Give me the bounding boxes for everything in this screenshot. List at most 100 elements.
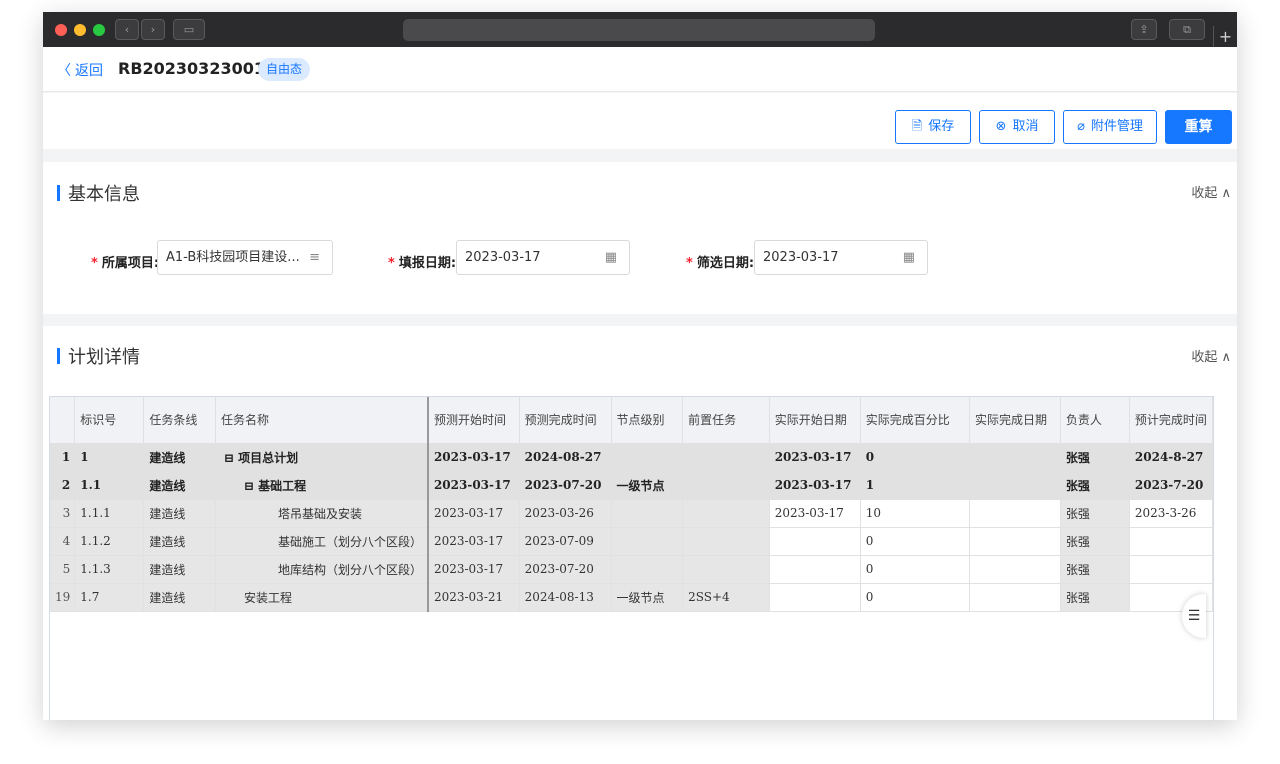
cell-astart[interactable]: 2023-03-17 xyxy=(769,499,861,528)
report-date-picker[interactable]: 2023-03-17 ▦ xyxy=(456,240,630,275)
cell-pct[interactable]: 0 xyxy=(860,555,970,584)
row-index-header xyxy=(50,397,76,444)
column-header[interactable]: 预测完成时间 xyxy=(519,397,612,444)
cell-pstart: 2023-03-17 xyxy=(427,527,520,556)
cell-code: 1.1.1 xyxy=(74,499,145,528)
share-icon[interactable]: ⇪ xyxy=(1131,19,1157,40)
cell-level: 一级节点 xyxy=(611,471,684,500)
minimize-window-button[interactable] xyxy=(74,24,86,36)
plan-detail-title: 计划详情 xyxy=(68,347,140,368)
column-header[interactable]: 负责人 xyxy=(1060,397,1130,444)
basic-info-title: 基本信息 xyxy=(68,184,140,205)
column-header[interactable]: 实际开始日期 xyxy=(769,397,861,444)
cell-astart[interactable] xyxy=(769,527,861,556)
cell-pend: 2023-03-26 xyxy=(519,499,612,528)
cell-owner: 张强 xyxy=(1060,527,1130,556)
table-row[interactable]: 19 1.7 建造线 安装工程 2023-03-21 2024-08-13 一级节点 2SS+… xyxy=(50,583,1213,612)
column-header[interactable]: 标识号 xyxy=(74,397,145,444)
cell-pend: 2024-08-27 xyxy=(519,443,612,472)
report-date-value: 2023-03-17 xyxy=(465,250,541,265)
plan-detail-section: 计划详情 收起 ∧ 标识号 任务条线 任务名称 预测开始时间 预测完成时间 节点… xyxy=(43,326,1237,720)
collapse-basic-button[interactable]: 收起 ∧ xyxy=(1191,182,1231,201)
cell-pstart: 2023-03-21 xyxy=(427,583,520,612)
chevron-left-icon: 〈 xyxy=(57,63,71,79)
filter-date-value: 2023-03-17 xyxy=(763,250,839,265)
cell-aend[interactable] xyxy=(969,583,1061,612)
column-header[interactable]: 实际完成百分比 xyxy=(860,397,970,444)
recalculate-button[interactable]: 重算 xyxy=(1165,110,1232,144)
address-bar[interactable] xyxy=(403,19,875,41)
cell-pct[interactable]: 0 xyxy=(860,527,970,556)
project-select[interactable]: A1-B科技园项目建设... ≡ xyxy=(157,240,333,275)
cell-aend[interactable] xyxy=(969,527,1061,556)
cell-line: 建造线 xyxy=(143,443,216,472)
attachment-button[interactable]: ⌀ 附件管理 xyxy=(1063,110,1157,144)
nav-back-icon[interactable]: ‹ xyxy=(115,19,139,40)
cell-eend[interactable] xyxy=(1129,527,1213,556)
nav-forward-icon[interactable]: › xyxy=(141,19,165,40)
cell-aend[interactable] xyxy=(969,555,1061,584)
section-accent-bar xyxy=(57,348,60,364)
cell-pend: 2024-08-13 xyxy=(519,583,612,612)
cell-aend[interactable] xyxy=(969,499,1061,528)
table-row[interactable]: 1 1 建造线 ⊟ 项目总计划 2023-03-17 2024-08-27 2023-03-… xyxy=(50,443,1213,472)
calendar-icon[interactable]: ▦ xyxy=(605,241,617,274)
filter-icon[interactable]: ≡ xyxy=(309,241,320,274)
back-label: 返回 xyxy=(75,63,103,79)
cancel-circle-icon: ⊗ xyxy=(995,119,1007,134)
cell-pct[interactable]: 1 xyxy=(860,471,970,500)
cell-name: ⊟ 基础工程 xyxy=(215,471,429,500)
cell-pct[interactable]: 0 xyxy=(860,443,970,472)
cell-eend[interactable]: 2024-8-27 xyxy=(1129,443,1213,472)
cell-pstart: 2023-03-17 xyxy=(427,499,520,528)
page-header: 〈返回 RB20230323001 自由态 xyxy=(43,47,1237,92)
close-window-button[interactable] xyxy=(55,24,67,36)
cell-astart[interactable] xyxy=(769,555,861,584)
collapse-plan-button[interactable]: 收起 ∧ xyxy=(1191,346,1231,365)
table-row[interactable]: 4 1.1.2 建造线 基础施工（划分八个区段） 2023-03-17 2023-07-0… xyxy=(50,527,1213,556)
sidebar-toggle-icon[interactable]: ▭ xyxy=(173,19,205,40)
column-header[interactable]: 实际完成日期 xyxy=(969,397,1061,444)
cell-code: 1.1 xyxy=(74,471,145,500)
column-header[interactable]: 预测开始时间 xyxy=(427,397,520,444)
cell-astart[interactable]: 2023-03-17 xyxy=(769,471,861,500)
cell-astart[interactable] xyxy=(769,583,861,612)
cell-pred xyxy=(682,499,770,528)
cancel-button[interactable]: ⊗ 取消 xyxy=(979,110,1055,144)
tabs-overview-icon[interactable]: ⧉ xyxy=(1169,19,1205,40)
cell-name: 地库结构（划分八个区段） xyxy=(215,555,429,584)
cell-pend: 2023-07-20 xyxy=(519,471,612,500)
table-row[interactable]: 5 1.1.3 建造线 地库结构（划分八个区段） 2023-03-17 2023-07-2… xyxy=(50,555,1213,584)
save-icon: 🗎 xyxy=(911,119,923,134)
column-header[interactable]: 任务名称 xyxy=(215,397,429,444)
save-button[interactable]: 🗎 保存 xyxy=(895,110,971,144)
cell-pred: 2SS+4 xyxy=(682,583,770,612)
cell-eend[interactable]: 2023-7-20 xyxy=(1129,471,1213,500)
column-header[interactable]: 任务条线 xyxy=(143,397,216,444)
cell-eend[interactable] xyxy=(1129,555,1213,584)
cell-eend[interactable]: 2023-3-26 xyxy=(1129,499,1213,528)
calendar-icon[interactable]: ▦ xyxy=(903,241,915,274)
cell-idx: 5 xyxy=(50,555,76,584)
cell-aend[interactable] xyxy=(969,471,1061,500)
cell-line: 建造线 xyxy=(143,527,216,556)
zoom-window-button[interactable] xyxy=(93,24,105,36)
column-header[interactable]: 预计完成时间 xyxy=(1129,397,1213,444)
new-tab-icon[interactable]: + xyxy=(1213,26,1237,48)
cell-pct[interactable]: 10 xyxy=(860,499,970,528)
table-row[interactable]: 3 1.1.1 建造线 塔吊基础及安装 2023-03-17 2023-03-26 2023… xyxy=(50,499,1213,528)
filter-date-picker[interactable]: 2023-03-17 ▦ xyxy=(754,240,928,275)
cell-line: 建造线 xyxy=(143,471,216,500)
cell-pred xyxy=(682,555,770,584)
cell-aend[interactable] xyxy=(969,443,1061,472)
cell-astart[interactable]: 2023-03-17 xyxy=(769,443,861,472)
back-link[interactable]: 〈返回 xyxy=(57,60,103,80)
column-header[interactable]: 节点级别 xyxy=(611,397,684,444)
table-row[interactable]: 2 1.1 建造线 ⊟ 基础工程 2023-03-17 2023-07-20 一级节点 202… xyxy=(50,471,1213,500)
cell-level: 一级节点 xyxy=(611,583,684,612)
section-title: 基本信息 xyxy=(57,180,140,206)
cell-pct[interactable]: 0 xyxy=(860,583,970,612)
column-header[interactable]: 前置任务 xyxy=(682,397,770,444)
cell-code: 1.7 xyxy=(74,583,145,612)
report-date-label: * 填报日期: xyxy=(388,252,456,271)
